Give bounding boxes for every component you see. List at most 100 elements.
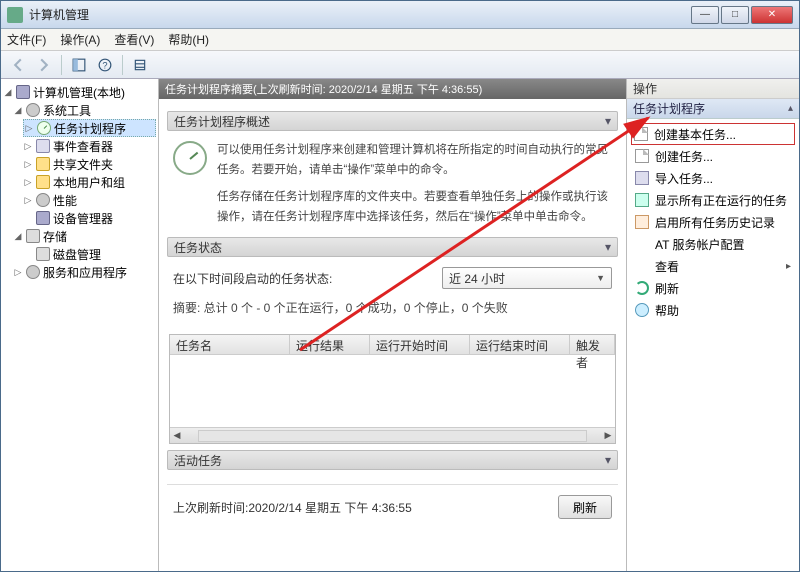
status-summary: 摘要: 总计 0 个 - 0 个正在运行，0 个成功，0 个停止，0 个失败 [167,295,618,328]
menubar: 文件(F) 操作(A) 查看(V) 帮助(H) [1,29,799,51]
overview-text: 可以使用任务计划程序来创建和管理计算机将在所指定的时间自动执行的常见任务。若要开… [217,141,612,227]
tree-local-users[interactable]: ▷本地用户和组 [3,173,156,191]
action-create-task[interactable]: 创建任务... [631,145,795,167]
overview-section: 可以使用任务计划程序来创建和管理计算机将在所指定的时间自动执行的常见任务。若要开… [167,131,618,231]
help-icon [635,303,649,317]
action-show-running[interactable]: 显示所有正在运行的任务 [631,189,795,211]
main-header: 任务计划程序摘要(上次刷新时间: 2020/2/14 星期五 下午 4:36:5… [159,79,626,99]
import-icon [635,171,649,185]
last-refresh-label: 上次刷新时间:2020/2/14 星期五 下午 4:36:55 [173,499,412,516]
status-filter-label: 在以下时间段启动的任务状态: [173,270,332,287]
status-section-header[interactable]: 任务状态▾ [167,237,618,257]
tree-services-apps[interactable]: ▷服务和应用程序 [3,263,156,281]
table-body[interactable] [170,355,615,427]
tree-shared-folders[interactable]: ▷共享文件夹 [3,155,156,173]
clock-icon [37,121,51,135]
scroll-right-icon[interactable]: ▶ [601,429,615,443]
actions-pane: 操作 任务计划程序▴ 创建基本任务... 创建任务... 导入任务... 显示所… [627,79,799,571]
toolbar-separator [61,55,62,75]
titlebar[interactable]: 计算机管理 — □ ✕ [1,1,799,29]
tree-pane[interactable]: ◢计算机管理(本地) ◢系统工具 ▷任务计划程序 ▷事件查看器 ▷共享文件夹 ▷… [1,79,159,571]
action-view[interactable]: 查看▸ [631,255,795,277]
collapse-icon[interactable]: ▾ [605,114,611,128]
document-icon [635,149,649,163]
disk-icon [36,247,50,261]
horizontal-scrollbar[interactable]: ◀▶ [170,427,615,443]
folder-icon [36,157,50,171]
blank-icon [635,259,649,273]
running-icon [635,193,649,207]
svg-text:?: ? [102,60,107,70]
chevron-down-icon: ▼ [596,273,605,283]
refresh-row: 上次刷新时间:2020/2/14 星期五 下午 4:36:55 刷新 [167,484,618,529]
action-help[interactable]: 帮助 [631,299,795,321]
toolbar-separator [122,55,123,75]
status-filter-row: 在以下时间段启动的任务状态: 近 24 小时▼ [167,257,618,295]
action-enable-history[interactable]: 启用所有任务历史记录 [631,211,795,233]
collapse-icon[interactable]: ▴ [788,103,793,114]
action-refresh[interactable]: 刷新 [631,277,795,299]
services-icon [26,265,40,279]
tree-device-manager[interactable]: 设备管理器 [3,209,156,227]
status-period-combo[interactable]: 近 24 小时▼ [442,267,612,289]
refresh-button[interactable]: 刷新 [558,495,612,519]
client-area: ◢计算机管理(本地) ◢系统工具 ▷任务计划程序 ▷事件查看器 ▷共享文件夹 ▷… [1,79,799,571]
help-toolbar-button[interactable]: ? [94,54,116,76]
collapse-icon[interactable]: ▾ [605,240,611,254]
maximize-button[interactable]: □ [721,6,749,24]
col-result[interactable]: 运行结果 [290,335,370,354]
status-table: 任务名 运行结果 运行开始时间 运行结束时间 触发者 ◀▶ [169,334,616,444]
refresh-icon [635,281,649,295]
perf-icon [36,193,50,207]
action-import-task[interactable]: 导入任务... [631,167,795,189]
menu-action[interactable]: 操作(A) [60,31,100,48]
close-button[interactable]: ✕ [751,6,793,24]
menu-view[interactable]: 查看(V) [114,31,154,48]
window-title: 计算机管理 [29,6,691,23]
actions-group-header[interactable]: 任务计划程序▴ [627,99,799,119]
tree-event-viewer[interactable]: ▷事件查看器 [3,137,156,155]
col-start[interactable]: 运行开始时间 [370,335,470,354]
action-create-basic-task[interactable]: 创建基本任务... [631,123,795,145]
scroll-left-icon[interactable]: ◀ [170,429,184,443]
col-task-name[interactable]: 任务名 [170,335,290,354]
event-viewer-icon [36,139,50,153]
folder-icon [36,175,50,189]
back-button[interactable] [7,54,29,76]
actions-pane-title: 操作 [627,79,799,99]
toolbar: ? [1,51,799,79]
forward-button[interactable] [33,54,55,76]
clock-large-icon [173,141,207,175]
col-end[interactable]: 运行结束时间 [470,335,570,354]
scroll-track[interactable] [198,430,587,442]
document-icon [634,127,648,141]
export-list-button[interactable] [129,54,151,76]
table-header: 任务名 运行结果 运行开始时间 运行结束时间 触发者 [170,335,615,355]
tree-root[interactable]: ◢计算机管理(本地) [3,83,156,101]
main-body[interactable]: 任务计划程序概述▾ 可以使用任务计划程序来创建和管理计算机将在所指定的时间自动执… [159,99,626,571]
tree-performance[interactable]: ▷性能 [3,191,156,209]
storage-icon [26,229,40,243]
app-icon [7,7,23,23]
action-at-account[interactable]: AT 服务帐户配置 [631,233,795,255]
menu-help[interactable]: 帮助(H) [168,31,209,48]
minimize-button[interactable]: — [691,6,719,24]
tools-icon [26,103,40,117]
menu-file[interactable]: 文件(F) [7,31,46,48]
tree-task-scheduler[interactable]: ▷任务计划程序 [23,119,156,137]
overview-section-header[interactable]: 任务计划程序概述▾ [167,111,618,131]
blank-icon [635,237,649,251]
window-buttons: — □ ✕ [691,6,793,24]
device-icon [36,211,50,225]
collapse-icon[interactable]: ▾ [605,453,611,467]
tree-disk-management[interactable]: 磁盘管理 [3,245,156,263]
actions-list: 创建基本任务... 创建任务... 导入任务... 显示所有正在运行的任务 启用… [627,119,799,325]
window: 计算机管理 — □ ✕ 文件(F) 操作(A) 查看(V) 帮助(H) ? ◢计… [0,0,800,572]
col-trigger[interactable]: 触发者 [570,335,615,354]
show-hide-tree-button[interactable] [68,54,90,76]
tree-system-tools[interactable]: ◢系统工具 [3,101,156,119]
main-pane: 任务计划程序摘要(上次刷新时间: 2020/2/14 星期五 下午 4:36:5… [159,79,627,571]
active-tasks-header[interactable]: 活动任务▾ [167,450,618,470]
tree-storage[interactable]: ◢存储 [3,227,156,245]
computer-icon [16,85,30,99]
